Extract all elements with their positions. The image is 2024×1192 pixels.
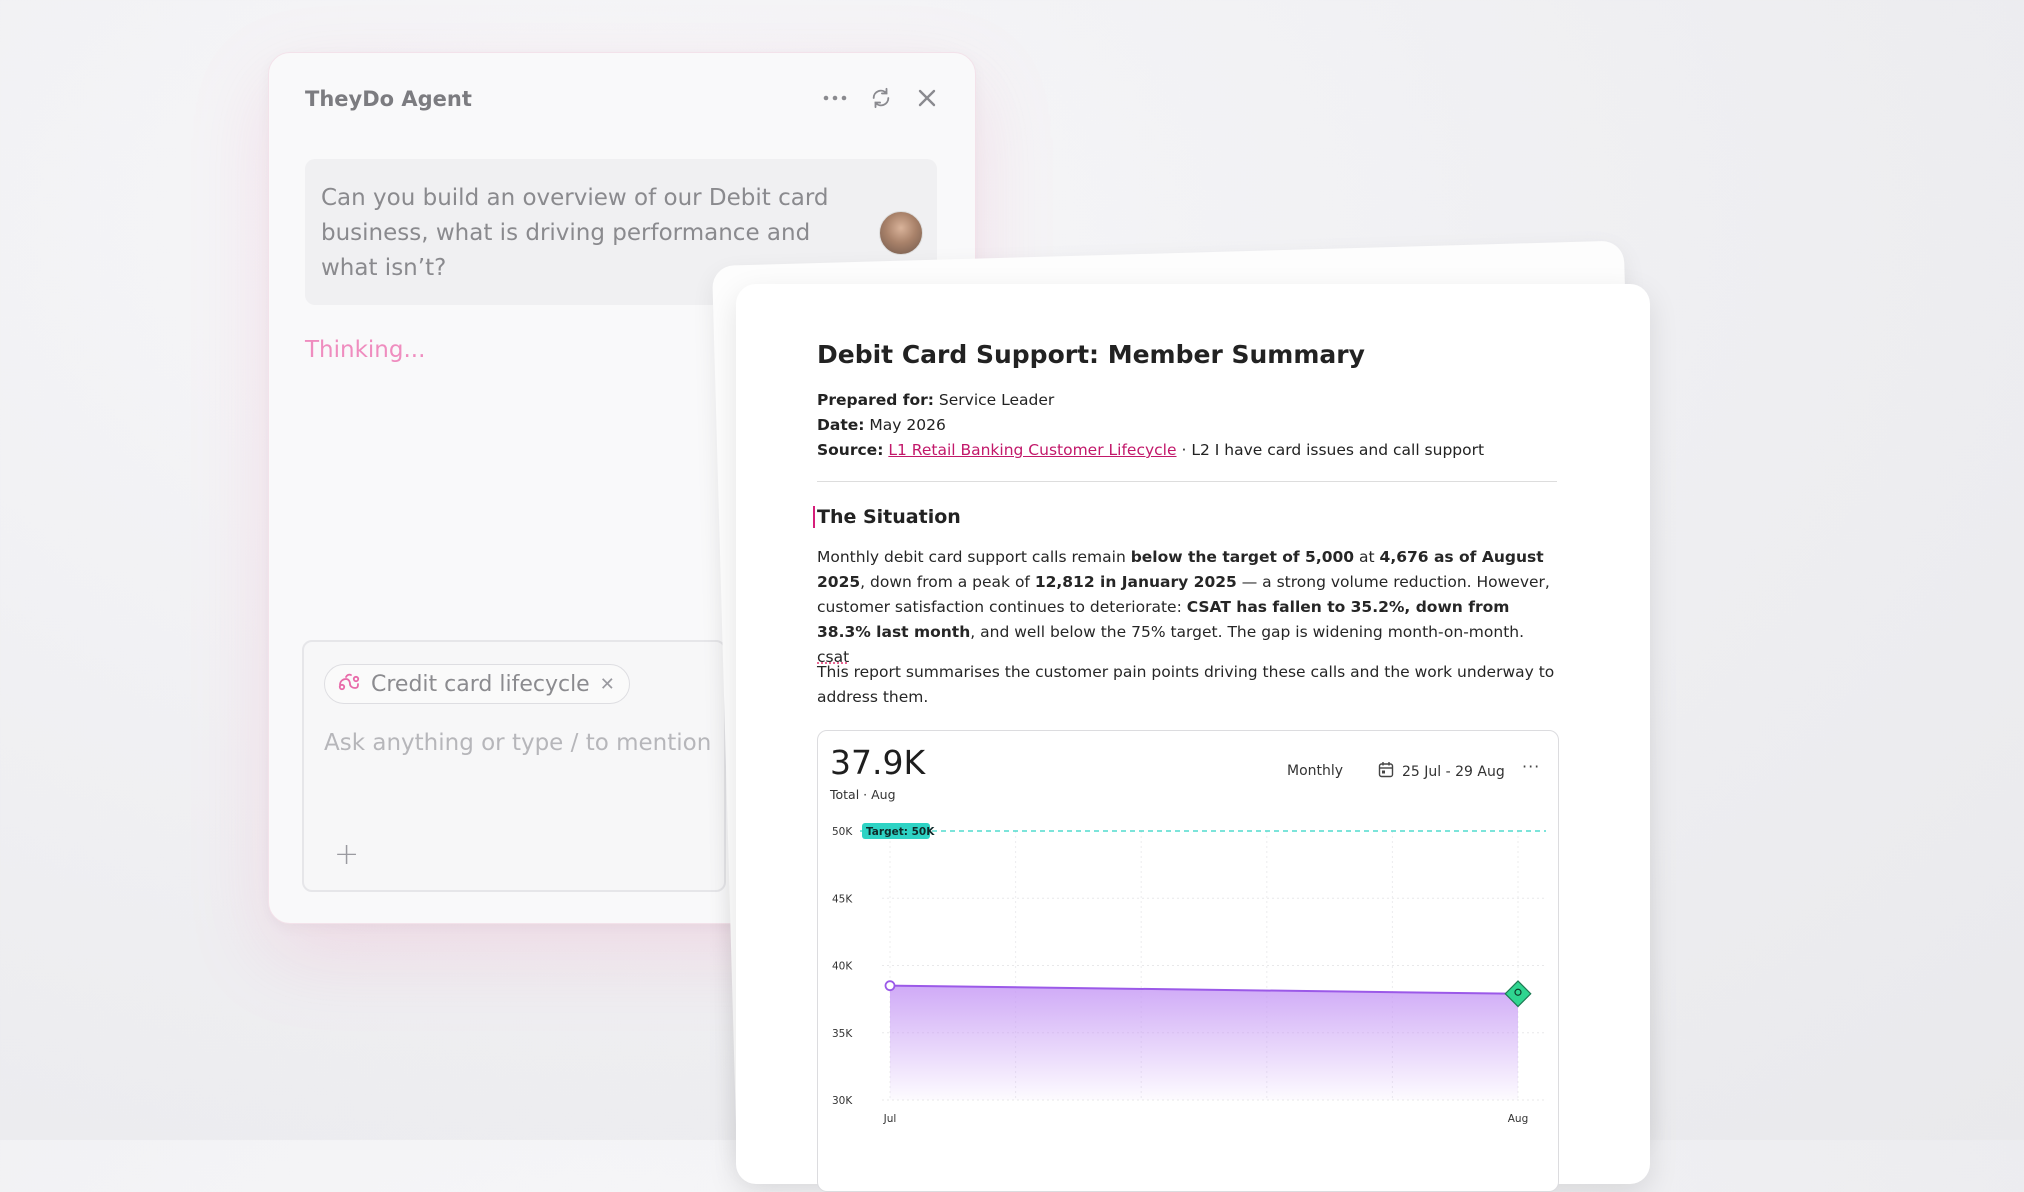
x-tick-label: Jul — [883, 1113, 897, 1125]
section-title[interactable]: The Situation — [813, 506, 961, 528]
y-tick-label: 50K — [832, 826, 853, 838]
x-tick-label: Aug — [1508, 1113, 1529, 1125]
agent-title: TheyDo Agent — [305, 87, 472, 111]
composer[interactable]: Credit card lifecycle ✕ Ask anything or … — [302, 640, 726, 892]
refresh-icon[interactable] — [869, 83, 893, 113]
more-icon[interactable] — [823, 83, 847, 113]
chart-more-icon[interactable]: ··· — [1522, 757, 1540, 776]
y-tick-label: 35K — [832, 1028, 853, 1040]
chip-remove-icon[interactable]: ✕ — [600, 674, 615, 695]
chip-label: Credit card lifecycle — [371, 671, 590, 697]
total-value: 37.9K — [830, 743, 926, 782]
meta-date: Date: May 2026 — [817, 416, 946, 434]
context-chip[interactable]: Credit card lifecycle ✕ — [324, 664, 630, 704]
source-link[interactable]: L1 Retail Banking Customer Lifecycle — [888, 441, 1176, 459]
summary-paragraph: This report summarises the customer pain… — [817, 663, 1555, 706]
meta-prepared: Prepared for: Service Leader — [817, 391, 1055, 409]
calendar-icon — [1378, 761, 1394, 782]
line-chart: 50K 45K 40K 35K 30K Target: 50K Jul Aug — [832, 823, 1546, 1125]
thinking-status: Thinking... — [305, 337, 426, 363]
lifecycle-icon — [337, 671, 361, 697]
document-title: Debit Card Support: Member Summary — [817, 340, 1365, 369]
date-range-picker[interactable]: 25 Jul - 29 Aug — [1378, 761, 1505, 782]
document: Debit Card Support: Member Summary Prepa… — [736, 284, 1650, 1192]
close-icon[interactable] — [915, 83, 939, 113]
target-label: Target: 50K — [866, 826, 935, 838]
data-point-jul — [884, 980, 896, 992]
situation-paragraph: Monthly debit card support calls remain … — [817, 548, 1550, 666]
divider — [817, 481, 1557, 482]
agent-header: TheyDo Agent — [305, 83, 939, 119]
date-range-label: 25 Jul - 29 Aug — [1402, 763, 1505, 780]
area-fill — [890, 985, 1518, 1100]
y-tick-label: 30K — [832, 1095, 853, 1107]
avatar — [879, 211, 923, 255]
chart-card: 37.9K Total · Aug Monthly 25 Jul - 29 Au… — [817, 730, 1559, 1192]
meta-source: Source: L1 Retail Banking Customer Lifec… — [817, 441, 1485, 459]
period-select[interactable]: Monthly — [1287, 763, 1343, 779]
document-meta: Prepared for: Service Leader Date: May 2… — [817, 388, 1484, 463]
y-tick-label: 45K — [832, 893, 853, 905]
plus-icon[interactable]: + — [334, 837, 359, 872]
header-actions — [823, 83, 939, 113]
prompt-input[interactable]: Ask anything or type / to mention — [324, 730, 711, 756]
y-tick-label: 40K — [832, 961, 853, 973]
total-sublabel: Total · Aug — [830, 787, 896, 802]
